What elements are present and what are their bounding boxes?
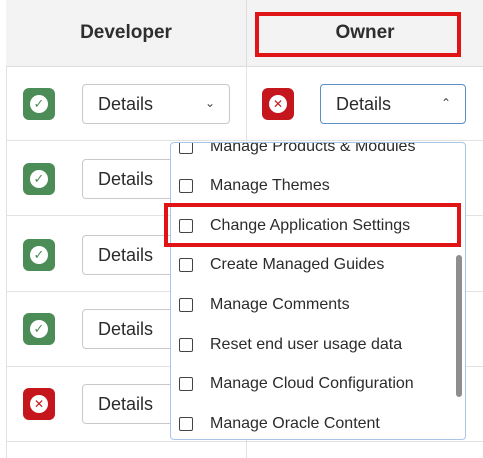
dropdown-option[interactable]: Manage Cloud Configuration	[179, 371, 414, 397]
select-label: Details	[336, 93, 392, 114]
option-label: Manage Cloud Configuration	[210, 375, 414, 392]
checkbox[interactable]	[179, 298, 193, 312]
check-circle-icon: ✓	[30, 320, 48, 338]
developer-granted-icon: ✓	[23, 88, 55, 120]
dropdown-scrollbar[interactable]	[456, 255, 462, 397]
option-label: Manage Products & Modules	[210, 142, 416, 155]
select-label: Details	[98, 244, 154, 265]
select-label: Details	[98, 93, 154, 114]
dropdown-option[interactable]: Manage Products & Modules	[179, 142, 416, 160]
chevron-up-icon: ⌃	[440, 96, 451, 110]
option-label: Create Managed Guides	[210, 256, 385, 273]
developer-granted-icon: ✓	[23, 313, 55, 345]
chevron-down-icon: ⌄	[204, 96, 215, 110]
option-highlight	[164, 203, 461, 247]
select-label: Details	[98, 168, 154, 189]
check-circle-icon: ✓	[30, 246, 48, 264]
option-label: Manage Comments	[210, 296, 350, 313]
option-label: Manage Themes	[210, 177, 330, 194]
x-circle-icon: ✕	[269, 95, 287, 113]
checkbox[interactable]	[179, 143, 193, 154]
checkbox[interactable]	[179, 417, 193, 431]
dropdown-option[interactable]: Manage Comments	[179, 292, 350, 318]
dropdown-option[interactable]: Reset end user usage data	[179, 332, 402, 358]
row-divider	[6, 441, 483, 442]
developer-granted-icon: ✓	[23, 163, 55, 195]
developer-granted-icon: ✓	[23, 239, 55, 271]
owner-header-highlight	[255, 12, 461, 57]
table-left-border	[6, 0, 7, 458]
option-label: Reset end user usage data	[210, 336, 403, 353]
dropdown-option[interactable]: Create Managed Guides	[179, 252, 384, 278]
x-circle-icon: ✕	[30, 395, 48, 413]
developer-details-select[interactable]: Details ⌄	[82, 84, 230, 124]
owner-details-dropdown[interactable]: Manage Products & Modules Manage Themes …	[170, 142, 466, 440]
dropdown-option[interactable]: Manage Themes	[179, 173, 330, 199]
owner-denied-icon: ✕	[262, 88, 294, 120]
owner-details-select[interactable]: Details ⌃	[320, 84, 466, 124]
select-label: Details	[98, 393, 154, 414]
checkbox[interactable]	[179, 179, 193, 193]
row-divider	[6, 140, 483, 141]
check-circle-icon: ✓	[30, 170, 48, 188]
checkbox[interactable]	[179, 258, 193, 272]
header-divider	[6, 66, 483, 67]
option-label: Manage Oracle Content	[210, 415, 380, 432]
select-label: Details	[98, 318, 154, 339]
developer-denied-icon: ✕	[23, 388, 55, 420]
permissions-table: Developer Owner ✓ Details ⌄ ✕ Details ⌃ …	[0, 0, 483, 458]
check-circle-icon: ✓	[30, 95, 48, 113]
checkbox[interactable]	[179, 377, 193, 391]
column-header-developer: Developer	[6, 0, 247, 66]
dropdown-option[interactable]: Manage Oracle Content	[179, 411, 380, 437]
checkbox[interactable]	[179, 338, 193, 352]
